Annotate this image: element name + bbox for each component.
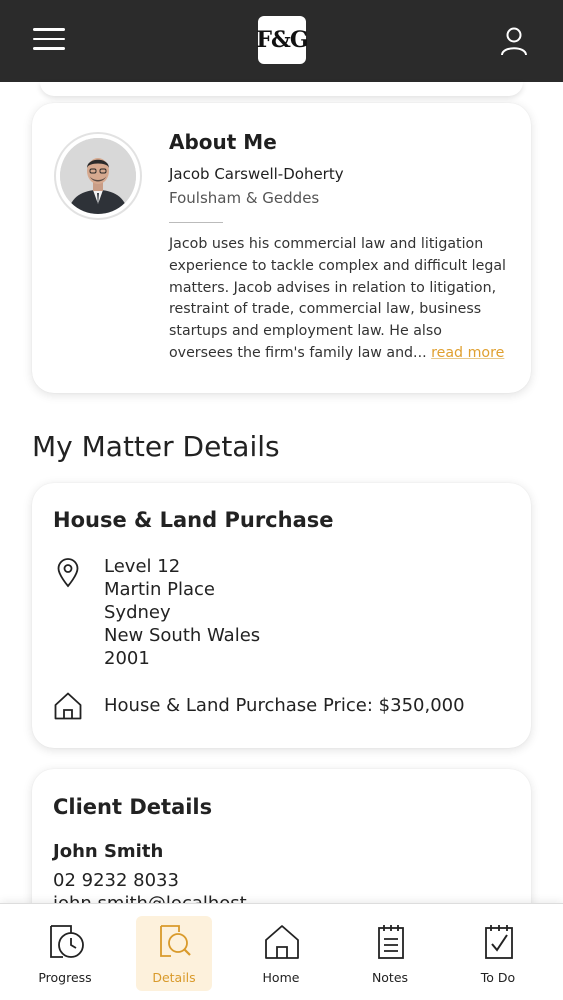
user-profile-icon[interactable] <box>499 26 529 56</box>
client-phone[interactable]: 02 9232 8033 <box>53 870 179 891</box>
clock-document-icon <box>50 925 84 958</box>
bio-text: Jacob uses his commercial law and litiga… <box>169 236 506 361</box>
matter-card: House & Land Purchase Level 12 Martin Pl… <box>32 483 531 748</box>
nav-home[interactable]: Home <box>243 916 319 991</box>
lawyer-photo <box>60 138 136 214</box>
nav-label: To Do <box>480 970 516 985</box>
nav-label: Details <box>152 970 196 985</box>
matter-address: Level 12 Martin Place Sydney New South W… <box>104 555 260 670</box>
home-icon <box>265 925 299 959</box>
client-title: Client Details <box>53 795 213 819</box>
about-title: About Me <box>169 130 277 154</box>
nav-label: Home <box>262 970 300 985</box>
notepad-icon <box>378 925 404 959</box>
client-name: John Smith <box>53 841 164 862</box>
avatar <box>54 132 142 220</box>
nav-label: Progress <box>38 970 92 985</box>
lawyer-name: Jacob Carswell-Doherty <box>169 165 344 183</box>
location-pin-icon <box>57 558 79 588</box>
firm-name: Foulsham & Geddes <box>169 189 320 207</box>
address-line: New South Wales <box>104 625 261 646</box>
app-logo[interactable]: F&G <box>256 16 309 64</box>
app-header: F&G <box>0 0 563 82</box>
address-line: Sydney <box>104 602 171 623</box>
nav-label: Notes <box>371 970 409 985</box>
address-line: 2001 <box>104 648 150 669</box>
nav-progress[interactable]: Progress <box>27 916 103 991</box>
address-line: Level 12 <box>104 556 181 577</box>
house-icon <box>54 692 82 720</box>
bottom-navigation: Progress Details Home Notes To Do <box>0 903 563 1000</box>
checklist-icon <box>485 925 513 959</box>
lawyer-bio: Jacob uses his commercial law and litiga… <box>169 234 509 365</box>
read-more-link[interactable]: read more <box>431 345 504 361</box>
previous-card-edge <box>40 82 523 96</box>
matter-title: House & Land Purchase <box>53 508 334 532</box>
magnifier-document-icon <box>160 925 191 957</box>
about-me-card: About Me Jacob Carswell-Doherty Foulsham… <box>32 103 531 393</box>
divider <box>169 222 223 223</box>
address-line: Martin Place <box>104 579 216 600</box>
section-title: My Matter Details <box>32 430 280 463</box>
nav-todo[interactable]: To Do <box>460 916 536 991</box>
hamburger-menu-icon[interactable] <box>33 28 65 50</box>
nav-details[interactable]: Details <box>136 916 212 991</box>
purchase-price: House & Land Purchase Price: $350,000 <box>104 695 465 716</box>
nav-notes[interactable]: Notes <box>352 916 428 991</box>
